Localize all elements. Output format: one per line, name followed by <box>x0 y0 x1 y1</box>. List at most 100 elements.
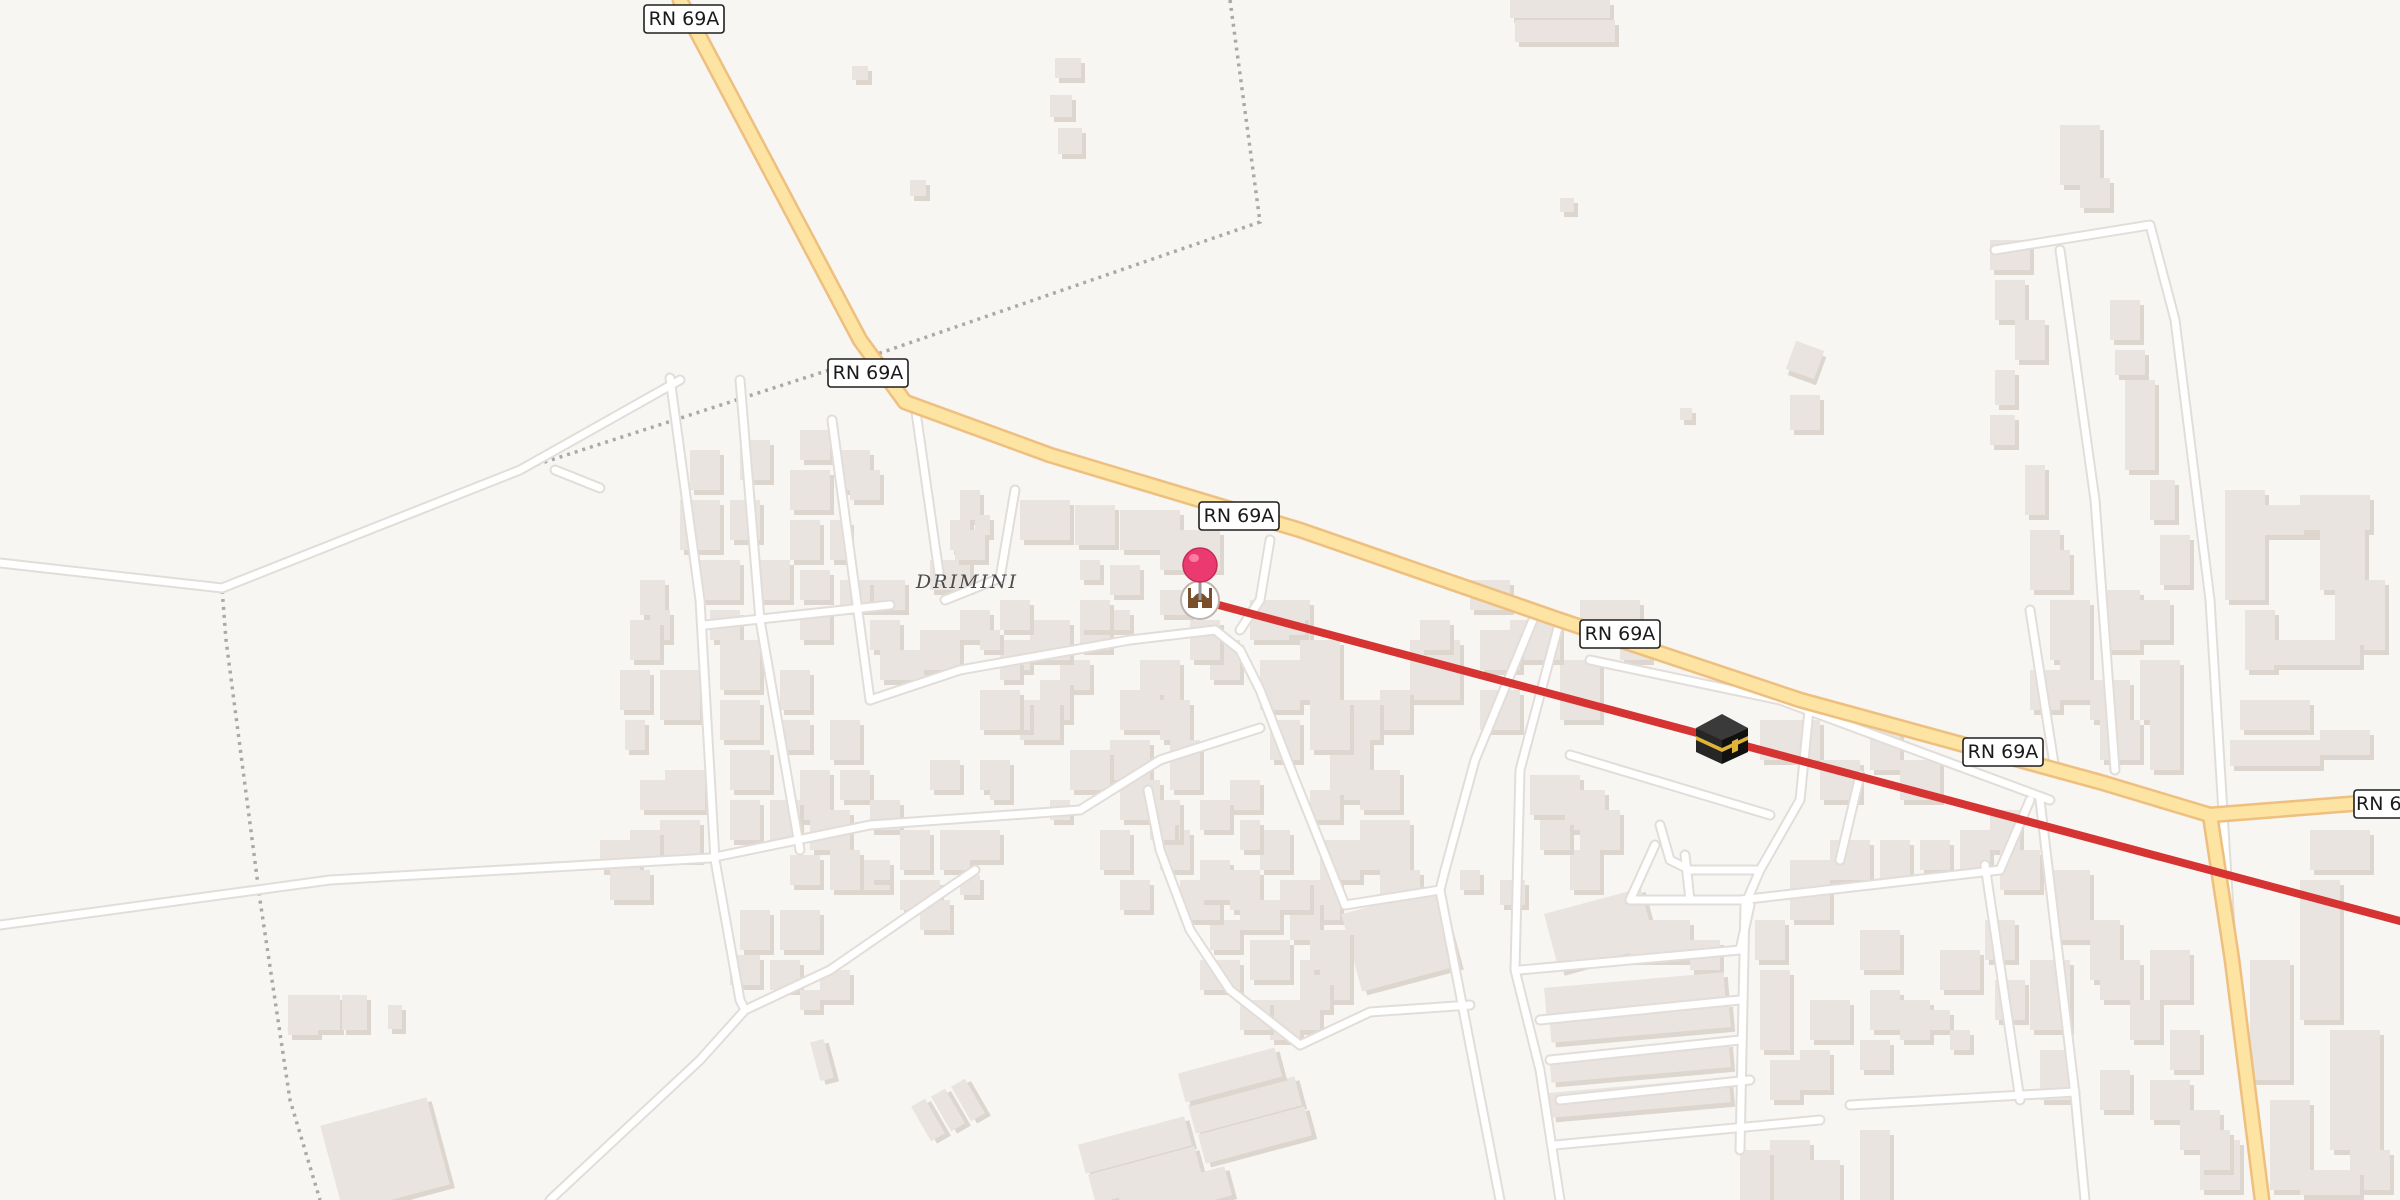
building <box>1050 95 1072 117</box>
building <box>830 720 860 760</box>
building <box>1900 1000 1930 1040</box>
map-pin-icon <box>1182 547 1218 583</box>
road-label-4: RN 69A <box>1579 619 1661 649</box>
building <box>640 580 665 615</box>
building <box>690 450 720 490</box>
building <box>342 995 367 1030</box>
building <box>940 830 970 870</box>
building <box>1055 58 1081 78</box>
building <box>1870 990 1900 1030</box>
building <box>740 910 770 950</box>
building <box>2125 380 2155 470</box>
building <box>2230 740 2320 766</box>
building <box>2110 300 2140 340</box>
svg-text:RN 69A: RN 69A <box>1968 741 2039 763</box>
building <box>2330 1030 2380 1150</box>
building <box>1058 128 1082 154</box>
svg-text:RN 69A: RN 69A <box>833 362 904 384</box>
building <box>1510 0 1610 18</box>
building <box>2080 178 2110 208</box>
building <box>1760 1010 1790 1050</box>
building <box>1580 810 1620 850</box>
building <box>980 630 1000 650</box>
building <box>1515 20 1615 42</box>
building <box>1540 820 1570 850</box>
building <box>1160 700 1190 740</box>
building <box>930 760 960 790</box>
svg-text:RN 69A: RN 69A <box>649 8 720 30</box>
building <box>2050 600 2090 660</box>
building <box>2170 1030 2200 1070</box>
building <box>780 670 810 710</box>
building <box>2250 960 2290 1080</box>
building <box>2060 125 2100 185</box>
building <box>800 570 830 600</box>
building <box>900 830 930 870</box>
building <box>1280 880 1310 910</box>
building <box>1360 770 1400 810</box>
building <box>830 850 860 890</box>
road-label-3: RN 69A <box>1198 501 1280 531</box>
building <box>288 995 318 1035</box>
building <box>1560 198 1574 212</box>
building <box>1200 860 1230 900</box>
building <box>1570 850 1600 890</box>
building <box>1995 280 2025 320</box>
building <box>920 630 960 670</box>
building <box>1810 1000 1850 1040</box>
building <box>2040 550 2070 590</box>
building <box>388 1005 402 1029</box>
building <box>1950 1030 1970 1050</box>
building <box>970 830 1000 860</box>
building <box>840 770 870 800</box>
building <box>1990 415 2015 445</box>
building <box>1680 408 1692 420</box>
building <box>1000 600 1030 630</box>
building <box>980 690 1020 730</box>
building <box>2115 350 2145 375</box>
building <box>1860 1130 1890 1200</box>
building <box>1300 980 1330 1010</box>
building <box>760 560 790 600</box>
building <box>1310 930 1350 970</box>
building <box>1860 1040 1890 1070</box>
map-canvas[interactable]: RN 69A RN 69A RN 69A RN 69A RN 69A RN 6 … <box>0 0 2400 1200</box>
building <box>660 670 700 720</box>
building <box>1300 1010 1320 1030</box>
building <box>720 640 760 690</box>
building <box>852 66 868 80</box>
building <box>790 855 820 885</box>
building <box>730 800 760 840</box>
building <box>1080 560 1100 580</box>
building <box>2025 465 2045 515</box>
building <box>2140 600 2170 640</box>
building <box>1200 800 1230 830</box>
building <box>800 430 830 460</box>
building <box>2240 700 2310 730</box>
building <box>1120 690 1160 730</box>
building <box>720 700 760 740</box>
building <box>610 870 650 900</box>
building <box>2310 830 2370 870</box>
building <box>1800 1160 1840 1200</box>
building <box>630 620 660 660</box>
building <box>2060 660 2090 700</box>
building <box>2150 480 2175 520</box>
building <box>1790 395 1820 430</box>
building <box>1300 640 1340 700</box>
building <box>1080 600 1110 630</box>
building <box>1110 565 1140 595</box>
building <box>2150 950 2190 1000</box>
building <box>625 720 645 750</box>
building <box>955 530 985 560</box>
building <box>1230 780 1260 810</box>
building <box>1940 950 1980 990</box>
building <box>2300 1170 2360 1195</box>
svg-text:RN 69A: RN 69A <box>1204 505 1275 527</box>
place-label-drimini: DRIMINI <box>915 571 1018 593</box>
building <box>1240 820 1260 850</box>
building <box>1740 1150 1770 1200</box>
building <box>2160 535 2190 585</box>
road-label-2: RN 69A <box>827 358 909 388</box>
building <box>1380 690 1410 730</box>
